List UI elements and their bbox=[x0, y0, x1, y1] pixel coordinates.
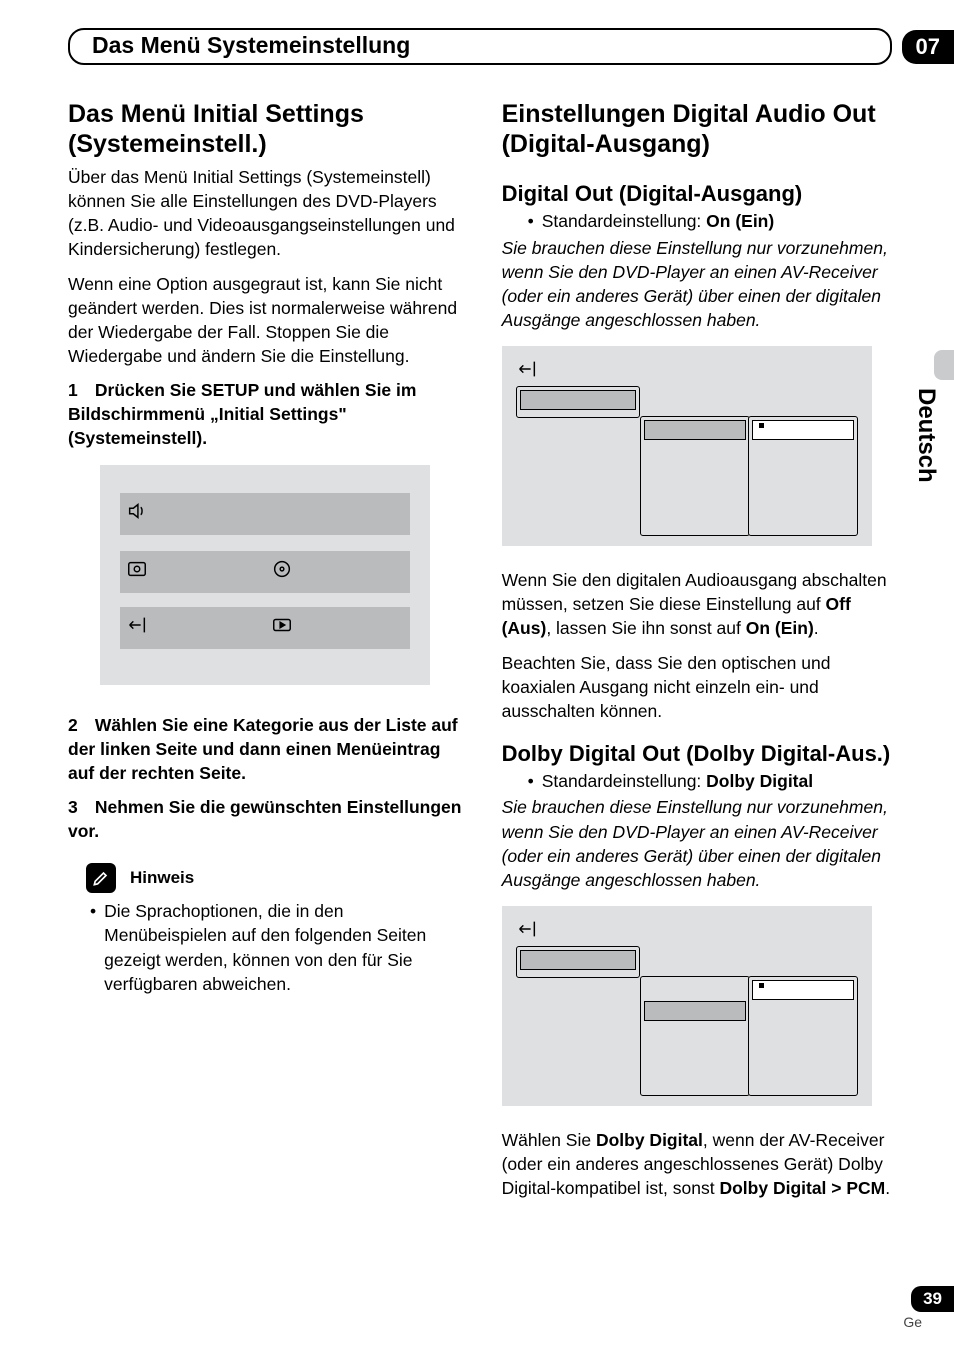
audio-icon bbox=[126, 500, 148, 527]
dolby-out-heading: Dolby Digital Out (Dolby Digital-Aus.) bbox=[502, 741, 899, 767]
note-pencil-icon bbox=[86, 863, 116, 893]
footer-lang-code: Ge bbox=[903, 1314, 922, 1330]
settings-icon bbox=[516, 358, 538, 380]
note-heading: Hinweis bbox=[130, 868, 194, 888]
osd-panel-col-2 bbox=[748, 976, 858, 1096]
txt-a: Wählen Sie bbox=[502, 1130, 596, 1150]
bullet-dot-icon bbox=[528, 769, 534, 793]
osd-panel2-highlight bbox=[752, 980, 854, 1000]
side-language-tab: Deutsch bbox=[912, 388, 940, 483]
dolby-out-paragraph: Wählen Sie Dolby Digital, wenn der AV-Re… bbox=[502, 1128, 899, 1200]
default-label: Standardeinstellung: bbox=[542, 771, 706, 791]
digital-out-heading: Digital Out (Digital-Ausgang) bbox=[502, 181, 899, 207]
osd-left-menu bbox=[516, 386, 640, 418]
digital-out-note: Sie brauchen diese Einstellung nur vorzu… bbox=[502, 236, 899, 333]
osd-right-panel bbox=[640, 976, 862, 1096]
osd-panel1-highlight bbox=[644, 1001, 746, 1021]
txt-e: . bbox=[814, 618, 819, 638]
osd-menu-highlight bbox=[520, 950, 636, 970]
menu-row-3 bbox=[120, 607, 410, 649]
selection-dot-icon bbox=[759, 423, 764, 428]
section-title: Das Menü Systemeinstellung bbox=[68, 28, 892, 65]
txt-c: , lassen Sie ihn sonst auf bbox=[546, 618, 745, 638]
left-heading: Das Menü Initial Settings (Systemeinstel… bbox=[68, 99, 462, 159]
step-2-number: 2 bbox=[68, 713, 90, 737]
side-tab-mark bbox=[934, 350, 954, 380]
osd-left-menu bbox=[516, 946, 640, 978]
menu-row-2 bbox=[120, 551, 410, 593]
txt-d: Dolby Digital > PCM bbox=[719, 1178, 885, 1198]
osd-panel-col-2 bbox=[748, 416, 858, 536]
osd-panel2-highlight bbox=[752, 420, 854, 440]
osd-panel-col-1 bbox=[640, 416, 750, 536]
right-heading: Einstellungen Digital Audio Out (Digital… bbox=[502, 99, 899, 159]
menu-row-3-right bbox=[265, 607, 410, 649]
disc-icon bbox=[271, 558, 293, 585]
menu-row-1 bbox=[120, 493, 410, 535]
chapter-number-badge: 07 bbox=[902, 30, 954, 64]
note-text: Die Sprachoptionen, die in den Menübeisp… bbox=[104, 899, 461, 996]
step-2-text: Wählen Sie eine Kategorie aus der Liste … bbox=[68, 715, 458, 783]
chapter-header: Das Menü Systemeinstellung 07 bbox=[68, 28, 899, 65]
digital-out-paragraph-2: Beachten Sie, dass Sie den optischen und… bbox=[502, 651, 899, 723]
dolby-out-note: Sie brauchen diese Einstellung nur vorzu… bbox=[502, 795, 899, 892]
default-label: Standardeinstellung: bbox=[542, 211, 706, 231]
page-number-badge: 39 bbox=[911, 1286, 954, 1312]
note-bullet: Die Sprachoptionen, die in den Menübeisp… bbox=[90, 899, 462, 996]
step-3-number: 3 bbox=[68, 795, 90, 819]
osd-right-panel bbox=[640, 416, 862, 536]
page: Das Menü Systemeinstellung 07 Deutsch Da… bbox=[0, 0, 954, 1352]
osd-panel1-highlight bbox=[644, 420, 746, 440]
menu-row-3-left bbox=[120, 607, 265, 649]
left-paragraph-2: Wenn eine Option ausgegraut ist, kann Si… bbox=[68, 272, 462, 369]
digital-out-paragraph-1: Wenn Sie den digitalen Audioausgang absc… bbox=[502, 568, 899, 640]
play-icon bbox=[271, 614, 293, 641]
step-1-text: Drücken Sie SETUP und wählen Sie im Bild… bbox=[68, 380, 416, 448]
osd-figure-digital-out bbox=[502, 346, 872, 546]
initial-settings-menu-figure bbox=[100, 465, 430, 685]
selection-dot-icon bbox=[759, 983, 764, 988]
step-3-text: Nehmen Sie die gewünschten Einstellungen… bbox=[68, 797, 461, 841]
osd-menu-highlight bbox=[520, 390, 636, 410]
left-paragraph-1: Über das Menü Initial Settings (Systemei… bbox=[68, 165, 462, 262]
default-value: On (Ein) bbox=[706, 211, 774, 231]
bullet-dot-icon bbox=[528, 209, 534, 233]
txt-e: . bbox=[885, 1178, 890, 1198]
default-value: Dolby Digital bbox=[706, 771, 813, 791]
txt-d: On (Ein) bbox=[746, 618, 814, 638]
step-1-number: 1 bbox=[68, 378, 90, 402]
content-columns: Das Menü Initial Settings (Systemeinstel… bbox=[68, 99, 899, 1210]
digital-out-default: Standardeinstellung: On (Ein) bbox=[528, 209, 899, 233]
step-3: 3 Nehmen Sie die gewünschten Einstellung… bbox=[68, 795, 462, 843]
left-column: Das Menü Initial Settings (Systemeinstel… bbox=[68, 99, 466, 1210]
right-column: Einstellungen Digital Audio Out (Digital… bbox=[502, 99, 899, 1210]
osd-panel-col-1 bbox=[640, 976, 750, 1096]
settings-icon bbox=[126, 614, 148, 641]
osd-figure-dolby-out bbox=[502, 906, 872, 1106]
video-icon bbox=[126, 558, 148, 585]
step-1: 1 Drücken Sie SETUP und wählen Sie im Bi… bbox=[68, 378, 462, 450]
note-block: Hinweis bbox=[86, 863, 462, 893]
settings-icon bbox=[516, 918, 538, 940]
txt-b: Dolby Digital bbox=[596, 1130, 703, 1150]
menu-row-2-left bbox=[120, 551, 265, 593]
step-2: 2 Wählen Sie eine Kategorie aus der List… bbox=[68, 713, 462, 785]
menu-row-2-right bbox=[265, 551, 410, 593]
bullet-dot-icon bbox=[90, 899, 96, 996]
dolby-out-default: Standardeinstellung: Dolby Digital bbox=[528, 769, 899, 793]
